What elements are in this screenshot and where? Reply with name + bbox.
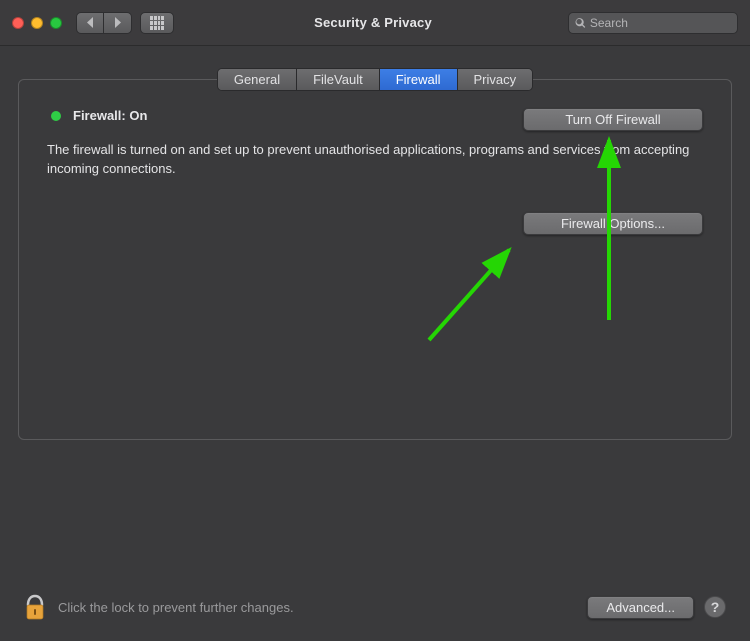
titlebar: Security & Privacy	[0, 0, 750, 46]
tab-filevault[interactable]: FileVault	[297, 69, 380, 90]
window-title: Security & Privacy	[178, 15, 568, 30]
firewall-description: The firewall is turned on and set up to …	[47, 141, 703, 179]
back-button[interactable]	[76, 12, 104, 34]
footer: Click the lock to prevent further change…	[0, 593, 750, 641]
annotation-arrow-1	[419, 230, 539, 350]
firewall-status-label: Firewall: On	[73, 108, 147, 123]
lock-icon	[24, 593, 46, 621]
tab-firewall[interactable]: Firewall	[380, 69, 458, 90]
forward-button[interactable]	[104, 12, 132, 34]
content: General FileVault Firewall Privacy Firew…	[0, 46, 750, 440]
help-button[interactable]: ?	[704, 596, 726, 618]
lock-text: Click the lock to prevent further change…	[58, 600, 294, 615]
zoom-window-button[interactable]	[50, 17, 62, 29]
search-input[interactable]	[590, 16, 731, 30]
firewall-options-button[interactable]: Firewall Options...	[523, 212, 703, 235]
tab-general[interactable]: General	[218, 69, 297, 90]
firewall-panel: Firewall: On Turn Off Firewall The firew…	[18, 79, 732, 440]
show-all-button[interactable]	[140, 12, 174, 34]
tab-bar: General FileVault Firewall Privacy	[217, 68, 533, 91]
minimize-window-button[interactable]	[31, 17, 43, 29]
advanced-button[interactable]: Advanced...	[587, 596, 694, 619]
turn-off-firewall-button[interactable]: Turn Off Firewall	[523, 108, 703, 131]
search-field[interactable]	[568, 12, 738, 34]
search-icon	[575, 17, 586, 29]
nav-buttons	[76, 12, 132, 34]
close-window-button[interactable]	[12, 17, 24, 29]
window-controls	[12, 17, 62, 29]
lock-area[interactable]: Click the lock to prevent further change…	[24, 593, 294, 621]
status-dot-icon	[51, 111, 61, 121]
tab-privacy[interactable]: Privacy	[458, 69, 533, 90]
grid-icon	[150, 16, 164, 30]
